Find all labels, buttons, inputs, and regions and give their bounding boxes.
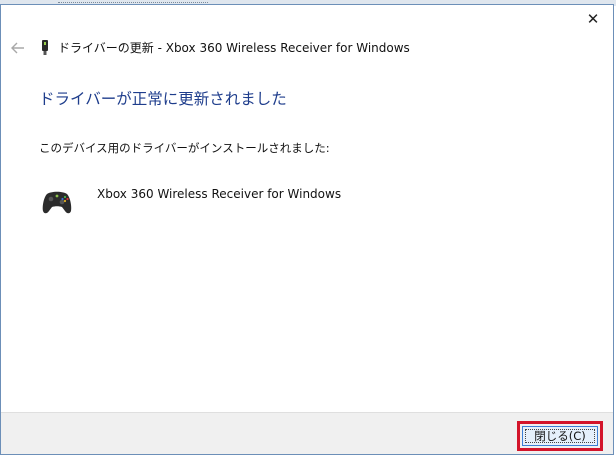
installed-device-name: Xbox 360 Wireless Receiver for Windows [97,187,342,201]
close-button-highlight: 閉じる(C) [517,421,603,451]
success-heading: ドライバーが正常に更新されました [39,90,287,108]
back-arrow-icon [11,42,24,54]
game-controller-icon [42,191,72,214]
close-button[interactable]: 閉じる(C) [522,426,598,446]
update-driver-dialog: ✕ ドライバーの更新 - Xbox 360 Wireless Receiver … [0,4,614,455]
close-icon: ✕ [586,10,600,28]
window-close-button[interactable]: ✕ [580,9,606,29]
back-button[interactable] [9,39,27,57]
background-window-edge [58,0,208,3]
dialog-title: ドライバーの更新 - Xbox 360 Wireless Receiver fo… [58,41,410,55]
usb-receiver-icon [42,40,48,55]
dialog-footer: 閉じる(C) [1,412,613,454]
install-message: このデバイス用のドライバーがインストールされました: [39,141,330,155]
